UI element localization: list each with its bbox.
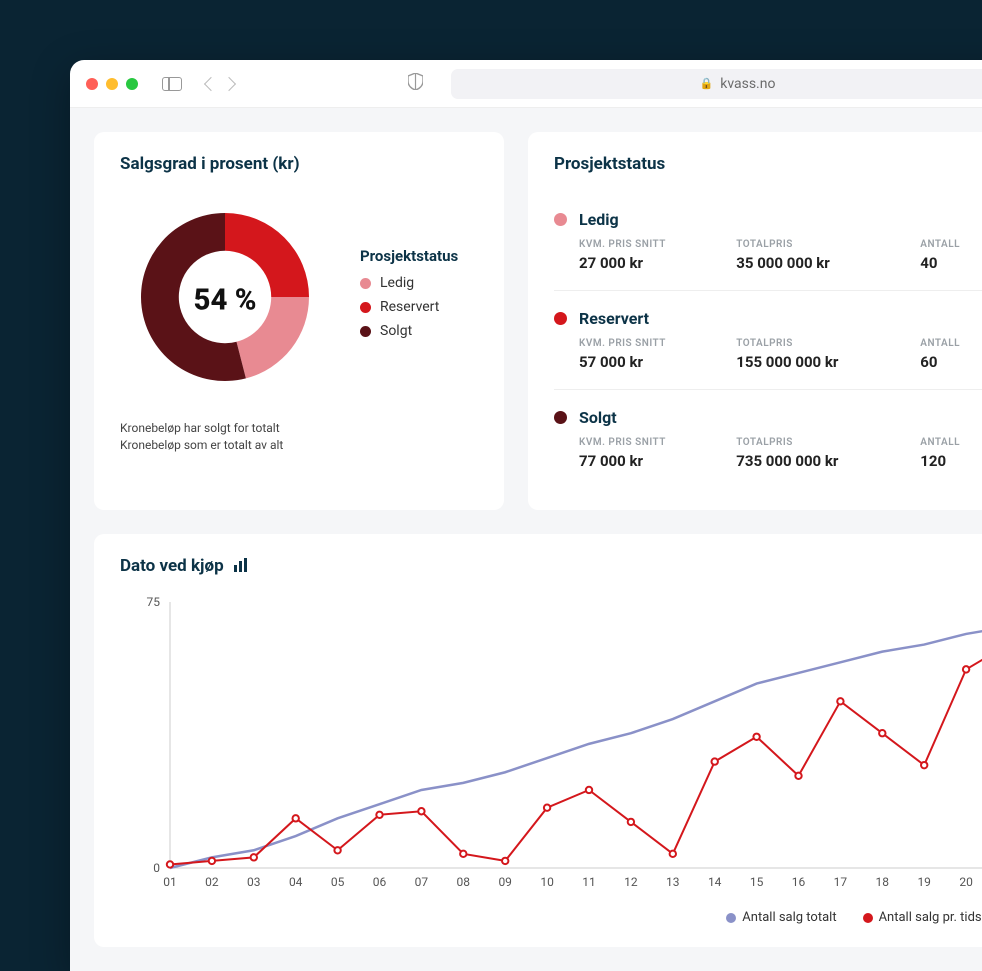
- status-row: Solgt KVM. PRIS SNITT TOTALPRIS ANTALL 7…: [554, 390, 982, 488]
- svg-text:06: 06: [373, 875, 387, 889]
- close-window-icon[interactable]: [86, 78, 98, 90]
- stat-value: 155 000 000 kr: [736, 353, 910, 371]
- svg-text:02: 02: [205, 875, 219, 889]
- svg-text:01: 01: [163, 875, 177, 889]
- dot-icon: [554, 411, 567, 424]
- sidebar-toggle-icon[interactable]: [162, 77, 182, 91]
- card-title: Salgsgrad i prosent (kr): [120, 154, 478, 174]
- dot-icon: [554, 312, 567, 325]
- stat-label: TOTALPRIS: [736, 338, 910, 349]
- stat-value: 35 000 000 kr: [736, 254, 910, 272]
- stat-label: ANTALL: [920, 239, 982, 250]
- svg-text:05: 05: [331, 875, 345, 889]
- svg-text:07: 07: [415, 875, 429, 889]
- stat-value: 27 000 kr: [579, 254, 726, 272]
- svg-text:10: 10: [540, 875, 554, 889]
- svg-text:15: 15: [750, 875, 764, 889]
- bar-chart-icon[interactable]: [234, 557, 248, 576]
- svg-text:08: 08: [457, 875, 471, 889]
- status-name: Ledig: [579, 210, 982, 229]
- top-row: Salgsgrad i prosent (kr) 54 % Prosjektst…: [94, 132, 982, 510]
- stat-value: 57 000 kr: [579, 353, 726, 371]
- svg-text:03: 03: [247, 875, 260, 889]
- dashboard-content: Salgsgrad i prosent (kr) 54 % Prosjektst…: [70, 108, 982, 971]
- stat-label: TOTALPRIS: [736, 239, 910, 250]
- svg-text:16: 16: [792, 875, 806, 889]
- donut-center-label: 54 %: [194, 284, 257, 318]
- dot-icon: [360, 278, 371, 289]
- donut-legend: Prosjektstatus Ledig Reservert Solgt: [360, 247, 458, 347]
- url-text: kvass.no: [720, 76, 775, 92]
- minimize-window-icon[interactable]: [106, 78, 118, 90]
- donut-footer: Kronebeløp har solgt for totalt Kronebel…: [120, 420, 478, 454]
- svg-text:13: 13: [666, 875, 680, 889]
- status-name: Reservert: [579, 309, 982, 328]
- footer-line: Kronebeløp som er totalt av alt: [120, 437, 478, 454]
- card-title: Prosjektstatus: [554, 154, 982, 174]
- svg-text:18: 18: [876, 875, 890, 889]
- sales-percent-card: Salgsgrad i prosent (kr) 54 % Prosjektst…: [94, 132, 504, 510]
- svg-text:14: 14: [708, 875, 722, 889]
- browser-toolbar: 🔒 kvass.no: [70, 60, 982, 108]
- svg-text:0: 0: [153, 861, 160, 875]
- legend-label: Antall salg pr. tidsenhet: [879, 910, 982, 925]
- svg-text:19: 19: [917, 875, 931, 889]
- stat-label: KVM. PRIS SNITT: [579, 437, 726, 448]
- stat-label: ANTALL: [920, 437, 982, 448]
- svg-text:75: 75: [147, 595, 161, 609]
- legend-title: Prosjektstatus: [360, 247, 458, 265]
- dot-icon: [360, 302, 371, 313]
- donut-chart: 54 %: [120, 192, 330, 402]
- traffic-lights: [86, 78, 138, 90]
- forward-icon[interactable]: [222, 76, 236, 90]
- stat-label: TOTALPRIS: [736, 437, 910, 448]
- card-title: Dato ved kjøp: [120, 556, 224, 576]
- stat-value: 735 000 000 kr: [736, 452, 910, 470]
- dot-icon: [863, 913, 873, 923]
- status-row: Reservert KVM. PRIS SNITT TOTALPRIS ANTA…: [554, 291, 982, 390]
- svg-text:20: 20: [959, 875, 973, 889]
- legend-label: Reservert: [380, 299, 439, 315]
- legend-label: Ledig: [380, 275, 414, 291]
- legend-item-total: Antall salg totalt: [726, 910, 836, 925]
- line-chart: 0 75 01 02 03 04 05 06 07 08 09 10 11 12 13 14 15 16 17 18 1…: [134, 592, 982, 902]
- stat-value: 60: [920, 353, 982, 371]
- lock-icon: 🔒: [700, 77, 714, 90]
- dot-icon: [360, 326, 371, 337]
- stat-label: ANTALL: [920, 338, 982, 349]
- legend-item-ledig: Ledig: [360, 275, 458, 291]
- svg-text:12: 12: [624, 875, 638, 889]
- legend-item-solgt: Solgt: [360, 323, 458, 339]
- legend-item-period: Antall salg pr. tidsenhet: [863, 910, 982, 925]
- legend-label: Antall salg totalt: [742, 910, 836, 925]
- project-status-card: Prosjektstatus Ledig KVM. PRIS SNITT TOT…: [528, 132, 982, 510]
- status-row: Ledig KVM. PRIS SNITT TOTALPRIS ANTALL 2…: [554, 192, 982, 291]
- stat-value: 77 000 kr: [579, 452, 726, 470]
- footer-line: Kronebeløp har solgt for totalt: [120, 420, 478, 437]
- stat-value: 120: [920, 452, 982, 470]
- url-bar[interactable]: 🔒 kvass.no: [451, 69, 982, 99]
- svg-text:11: 11: [582, 875, 596, 889]
- dot-icon: [726, 913, 736, 923]
- status-name: Solgt: [579, 408, 982, 427]
- browser-window: 🔒 kvass.no Salgsgrad i prosent (kr) 54 %…: [70, 60, 982, 971]
- stat-value: 40: [920, 254, 982, 272]
- line-legend: Antall salg totalt Antall salg pr. tidse…: [120, 902, 982, 925]
- legend-item-reservert: Reservert: [360, 299, 458, 315]
- back-icon[interactable]: [204, 76, 218, 90]
- shield-icon[interactable]: [408, 73, 423, 94]
- purchase-date-card: Dato ved kjøp 0 75 01 02 03 04 05 06 07 08 09 10 11 1…: [94, 534, 982, 947]
- nav-arrows: [206, 79, 234, 89]
- stat-label: KVM. PRIS SNITT: [579, 338, 726, 349]
- svg-text:09: 09: [498, 875, 512, 889]
- svg-text:17: 17: [834, 875, 848, 889]
- legend-label: Solgt: [380, 323, 412, 339]
- stat-label: KVM. PRIS SNITT: [579, 239, 726, 250]
- dot-icon: [554, 213, 567, 226]
- svg-text:04: 04: [289, 875, 303, 889]
- maximize-window-icon[interactable]: [126, 78, 138, 90]
